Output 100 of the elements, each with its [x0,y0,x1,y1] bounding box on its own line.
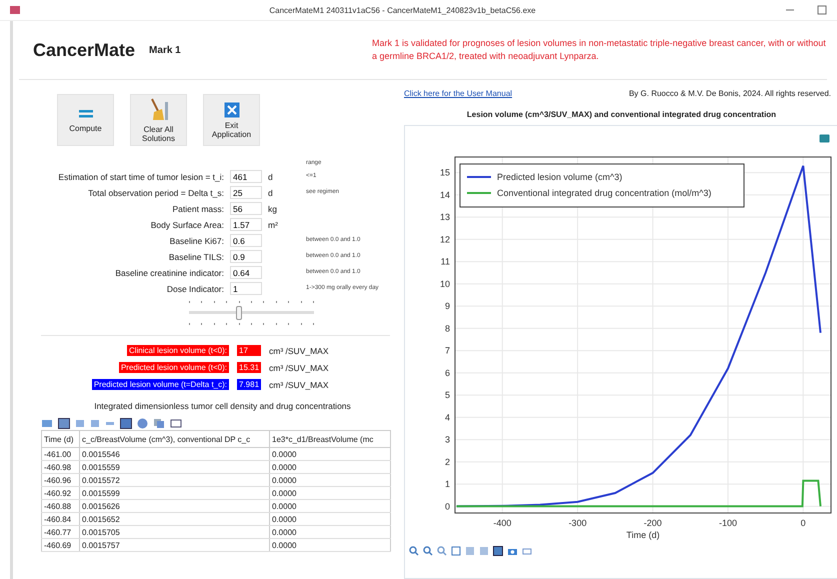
table-cell: 0.0000 [270,486,390,500]
input-field[interactable]: 0.6 [230,234,262,247]
chart-title: Lesion volume (cm^3/SUV_MAX) and conventional integrated drug concentration [466,110,778,119]
unit-label: cm³ /SUV_MAX [269,380,330,390]
y-tick-label: 11 [440,256,450,267]
table-cell: 0.0015626 [80,500,270,512]
maximize-icon[interactable] [817,5,827,15]
table-cell: 0.0000 [270,538,390,552]
input-field[interactable]: 25 [230,186,262,199]
table-cell: 0.0000 [270,500,390,512]
x-tick-label: -300 [568,518,587,528]
output-label: Predicted lesion volume (t<0): [118,362,229,373]
table-cell: -460.84 [42,512,80,526]
table-cell: 0.0000 [270,460,390,474]
legend-label: Predicted lesion volume (cm^3) [497,172,622,182]
output-value: 17 [237,345,261,356]
zoom-out-icon[interactable] [423,546,433,556]
y-tick-label: 3 [444,434,450,445]
field-label: Body Surface Area: [150,220,224,230]
unit-label: kg [268,204,278,214]
table-cell: -461.00 [42,448,80,460]
table-cell: 0.0000 [270,526,390,538]
slider-thumb[interactable] [236,306,242,320]
validation-notice: Mark 1 is validated for prognoses of lesion volumes in non-metastatic triple-negative breast cancer, with or without a germline BRCA1/2, treated with neoadjuvant Lynparza. [372,37,827,63]
column-header: c_c/BreastVolume (cm^3), conventional DP c_c [80,430,270,448]
x-axis-title: Time (d) [626,530,660,540]
table-cell: -460.96 [42,474,80,486]
table-cell: -460.77 [42,526,80,538]
close-icon [224,102,240,118]
output-value: 15.31 [237,362,261,373]
table-title: Integrated dimensionless tumor cell density and drug concentrations [93,401,352,411]
table-cell: 0.0015757 [80,538,270,552]
toolbar-button[interactable]: Clear All Solutions [130,94,187,146]
output-value: 7.981 [237,379,261,390]
y-tick-label: 2 [444,456,450,467]
credit-text: By G. Ruocco & M.V. De Bonis, 2024. All rights reserved. [628,88,831,98]
field-label: Dose Indicator: [166,284,224,294]
legend-label: Conventional integrated drug concentration (mol/m^3) [497,188,712,198]
input-field[interactable]: 0.9 [230,250,262,263]
unit-label: m² [268,220,279,230]
table-cell: 0.0000 [270,448,390,460]
table-cell: 0.0015559 [80,460,270,474]
table-cell: 0.0000 [270,512,390,526]
x-tick-label: 0 [800,518,806,528]
output-label: Clinical lesion volume (t<0): [126,345,229,356]
table-cell: -460.69 [42,538,80,552]
y-tick-label: 5 [444,390,450,400]
input-field[interactable]: 1.57 [230,218,262,231]
column-header: 1e3*c_d1/BreastVolume (mc [270,430,390,448]
table-cell: 0.0015599 [80,486,270,500]
x-tick-label: -200 [644,518,662,528]
y-tick-label: 13 [440,212,450,222]
field-label: Baseline Ki67: [168,236,224,246]
unit-label: cm³ /SUV_MAX [269,362,330,372]
table-cell: -460.98 [42,460,80,474]
table-cell: 0.0000 [270,474,390,486]
unit-label: d [268,172,274,182]
zoom-box-icon[interactable] [437,546,447,556]
y-tick-label: 1 [444,479,450,490]
y-tick-label: 9 [444,301,450,312]
y-tick-label: 4 [444,412,450,422]
y-tick-label: 0 [444,501,450,512]
unit-label: cm³ /SUV_MAX [269,346,330,356]
y-tick-label: 15 [440,168,450,178]
table-cell: 0.0015546 [80,448,270,460]
field-label: Estimation of start time of tumor lesion = t_i: [57,172,224,182]
input-field[interactable]: 461 [230,170,262,183]
app-version: Mark 1 [149,44,181,56]
output-label: Predicted lesion volume (t=Delta t_c): [92,379,229,390]
user-manual-link[interactable]: Click here for the User Manual [404,88,512,98]
table-cell: -460.88 [42,500,80,512]
table-cell: 0.0015572 [80,474,270,486]
input-field[interactable]: 0.64 [230,266,262,279]
column-header: Time (d) [42,430,80,448]
y-tick-label: 8 [444,323,450,334]
table-cell: -460.92 [42,486,80,500]
input-field[interactable]: 56 [230,202,262,215]
table-cell: 0.0015652 [80,512,270,526]
y-tick-label: 10 [440,278,450,289]
zoom-in-icon[interactable] [409,546,419,556]
y-tick-label: 6 [444,368,450,378]
field-label: Baseline creatinine indicator: [114,268,224,278]
input-field[interactable]: 1 [230,282,262,295]
copy-icon[interactable] [153,418,165,428]
x-tick-label: -400 [493,518,512,528]
circle-icon[interactable] [137,418,148,428]
window-title: CancerMateM1 240311v1aC56 - CancerMateM1_240823v1b_betaC56.exe [268,6,537,14]
y-tick-label: 14 [440,190,450,200]
field-label: Baseline TILS: [168,252,224,262]
toolbar-button[interactable]: Compute [57,94,114,146]
camera-icon[interactable] [507,546,518,556]
x-tick-label: -100 [718,518,737,528]
y-tick-label: 7 [444,346,450,356]
y-tick-label: 12 [440,234,450,244]
table-cell: 0.0015705 [80,526,270,538]
field-label: Total observation period = Delta t_s: [87,188,224,198]
toolbar-button[interactable]: Exit Application [203,94,260,146]
app-name: CancerMate [33,40,136,60]
unit-label: d [268,188,274,198]
field-label: Patient mass: [172,204,224,214]
